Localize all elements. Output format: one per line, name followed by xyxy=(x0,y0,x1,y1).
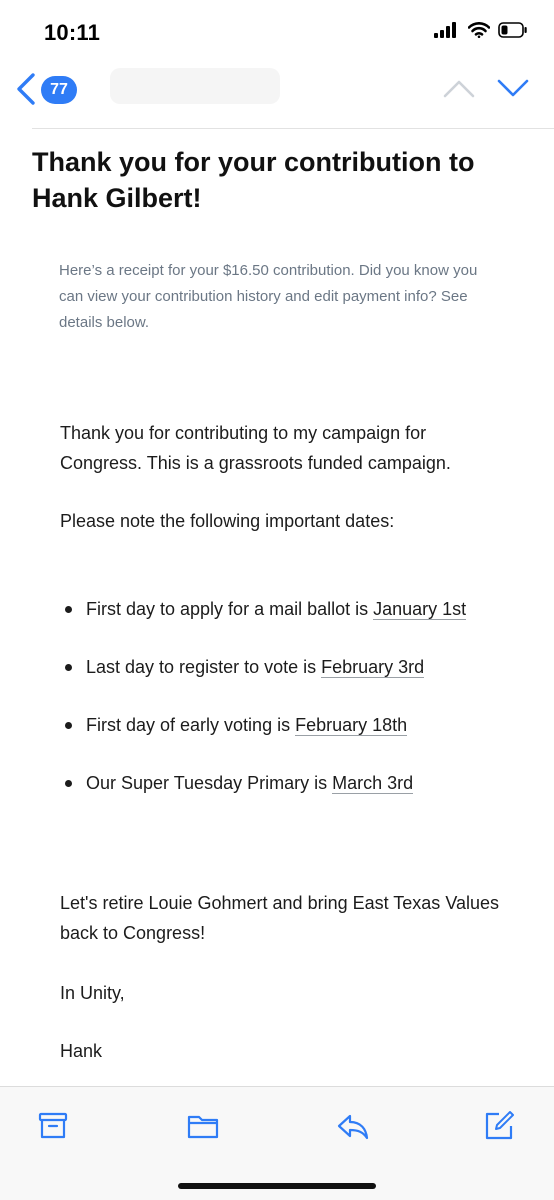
archive-icon xyxy=(38,1112,68,1139)
reply-button[interactable] xyxy=(336,1109,370,1143)
date-link[interactable]: January 1st xyxy=(373,599,467,620)
mail-message-screen: 10:11 77 Thank you for your contribution… xyxy=(0,0,554,1200)
archive-button[interactable] xyxy=(36,1109,70,1143)
next-message-button[interactable] xyxy=(496,76,530,100)
date-link[interactable]: March 3rd xyxy=(332,773,414,794)
status-icons xyxy=(434,22,528,38)
chevron-up-icon xyxy=(443,80,475,98)
status-time: 10:11 xyxy=(44,20,101,45)
blurred-header-area xyxy=(110,68,280,104)
folder-icon xyxy=(187,1115,219,1139)
closing-salutation: In Unity, xyxy=(60,983,125,1003)
list-item-text: First day of early voting is xyxy=(86,715,296,735)
back-button[interactable] xyxy=(14,72,38,106)
date-link[interactable]: February 3rd xyxy=(321,657,425,678)
status-bar: 10:11 xyxy=(0,0,554,62)
header-divider xyxy=(32,128,554,129)
home-indicator[interactable] xyxy=(178,1183,376,1189)
chevron-left-icon xyxy=(17,73,35,105)
list-item: Last day to register to vote is February… xyxy=(60,652,500,682)
list-item-text: First day to apply for a mail ballot is xyxy=(86,599,374,619)
signature: Hank xyxy=(60,1041,103,1061)
list-item-text: Our Super Tuesday Primary is xyxy=(86,773,333,793)
nav-bar: 77 xyxy=(0,62,554,118)
list-item-text: Last day to register to vote is xyxy=(86,657,322,677)
chevron-down-icon xyxy=(497,79,529,97)
list-item: First day to apply for a mail ballot is … xyxy=(60,594,500,624)
compose-icon xyxy=(485,1111,514,1140)
move-to-folder-button[interactable] xyxy=(186,1109,220,1143)
email-title: Thank you for your contribution to Hank … xyxy=(32,147,475,213)
wifi-icon xyxy=(468,22,490,38)
compose-button[interactable] xyxy=(482,1109,516,1143)
important-dates-list: First day to apply for a mail ballot is … xyxy=(60,594,500,798)
signal-icon xyxy=(434,22,456,38)
message-count-badge[interactable]: 77 xyxy=(41,76,77,104)
date-link[interactable]: February 18th xyxy=(295,715,408,736)
battery-icon xyxy=(498,22,527,38)
previous-message-button[interactable] xyxy=(442,76,476,100)
body-paragraph-dates-intro: Please note the following important date… xyxy=(60,511,395,531)
list-item: First day of early voting is February 18… xyxy=(60,710,500,740)
body-paragraph-closing: Let's retire Louie Gohmert and bring Eas… xyxy=(60,893,500,943)
list-item: Our Super Tuesday Primary is March 3rd xyxy=(60,768,500,798)
reply-icon xyxy=(337,1114,369,1140)
body-paragraph-intro: Thank you for contributing to my campaig… xyxy=(60,423,451,473)
receipt-note: Here’s a receipt for your $16.50 contrib… xyxy=(59,262,478,331)
